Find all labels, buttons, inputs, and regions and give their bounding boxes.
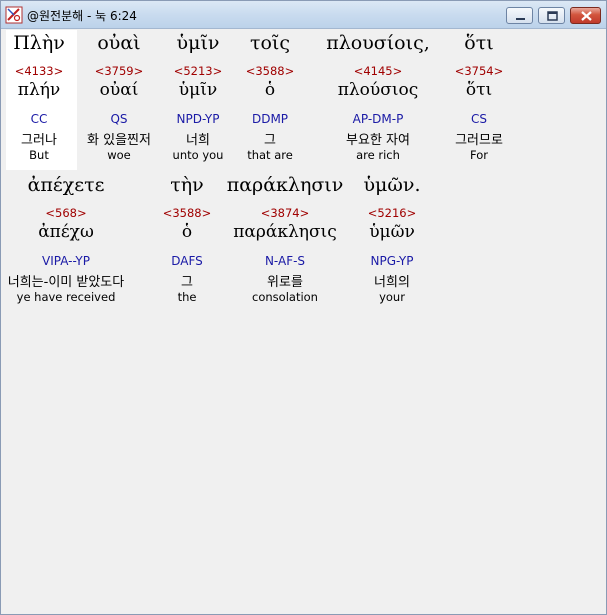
word-korean: 너희의 [374, 275, 410, 290]
word-strong: <4133> [14, 64, 64, 78]
word-english: consolation [252, 290, 318, 304]
word-lemma: ὁ [264, 80, 276, 100]
word-greek[interactable]: τὴν [170, 174, 203, 196]
word-lemma: ὅτι [465, 80, 493, 100]
word-english: are rich [356, 148, 400, 162]
word-parse: VIPA--YP [42, 254, 90, 268]
word-korean: 그러나 [21, 133, 57, 148]
word-korean: 그러므로 [455, 133, 503, 148]
close-button[interactable] [570, 7, 601, 24]
word-strong: <3588> [162, 206, 212, 220]
word-korean: 위로를 [267, 275, 303, 290]
word-greek[interactable]: ὑμῖν [177, 32, 220, 54]
word-parse: DAFS [171, 254, 203, 268]
word-strong: <4145> [353, 64, 403, 78]
word-lemma: ἀπέχω [38, 222, 94, 242]
word-korean: 화 있을찐저 [87, 133, 151, 148]
word-strong: <3759> [94, 64, 144, 78]
word-english: ye have received [16, 290, 116, 304]
minimize-button[interactable] [506, 7, 533, 24]
word-lemma: παράκλησις [233, 222, 337, 242]
word-greek[interactable]: οὐαὶ [97, 32, 140, 54]
word-english: your [379, 290, 405, 304]
word-greek[interactable]: τοῖς [250, 32, 290, 54]
word-lemma: πλήν [17, 80, 61, 100]
app-window: @원전분해 - 눅 6:24 Πλὴν <4133> πλήν CC 그러나 But οὐα… [0, 0, 607, 615]
word-strong: <3754> [454, 64, 504, 78]
word-greek[interactable]: παράκλησιν [227, 174, 344, 196]
word-lemma: ὁ [181, 222, 193, 242]
word-lemma: οὐαί [99, 80, 139, 100]
word-korean: 너희는-이미 받았도다 [7, 275, 125, 290]
word-english: that are [247, 148, 293, 162]
word-greek[interactable]: ὅτι [464, 32, 493, 54]
word-korean: 그 [181, 275, 193, 290]
word-strong: <3874> [260, 206, 310, 220]
word-strong: <3588> [245, 64, 295, 78]
word-english: unto you [172, 148, 224, 162]
word-strong: <568> [45, 206, 87, 220]
app-logo-icon [5, 6, 23, 24]
word-english: But [29, 148, 49, 162]
word-korean: 그 [264, 133, 276, 148]
word-parse: DDMP [251, 112, 289, 126]
word-parse: NPD-YP [176, 112, 220, 126]
minimize-icon [516, 18, 525, 20]
title-bar[interactable]: @원전분해 - 눅 6:24 [1, 1, 606, 29]
word-korean: 부요한 자여 [346, 133, 410, 148]
word-korean: 너희 [186, 133, 210, 148]
close-icon [581, 11, 592, 21]
word-lemma: ὑμῖν [178, 80, 218, 100]
word-greek[interactable]: ὑμῶν. [364, 174, 421, 196]
word-english: the [177, 290, 197, 304]
word-lemma: πλούσιος [337, 80, 419, 100]
word-parse: QS [110, 112, 128, 126]
window-title: @원전분해 - 눅 6:24 [27, 9, 137, 23]
word-greek[interactable]: ἀπέχετε [28, 174, 105, 196]
word-lemma: ὑμῶν [369, 222, 415, 242]
word-english: woe [107, 148, 131, 162]
word-greek[interactable]: Πλὴν [13, 32, 65, 54]
word-parse: NPG-YP [370, 254, 414, 268]
interlinear-panel: Πλὴν <4133> πλήν CC 그러나 But οὐαὶ <3759> οὐαί QS 화 … [2, 30, 605, 614]
word-english: For [470, 148, 488, 162]
maximize-button[interactable] [538, 7, 565, 24]
word-parse: N-AF-S [264, 254, 306, 268]
maximize-icon [547, 11, 558, 21]
word-strong: <5213> [173, 64, 223, 78]
word-parse: AP-DM-P [352, 112, 404, 126]
word-parse: CC [30, 112, 48, 126]
word-greek[interactable]: πλουσίοις, [326, 32, 430, 54]
word-parse: CS [471, 112, 487, 126]
word-strong: <5216> [367, 206, 417, 220]
